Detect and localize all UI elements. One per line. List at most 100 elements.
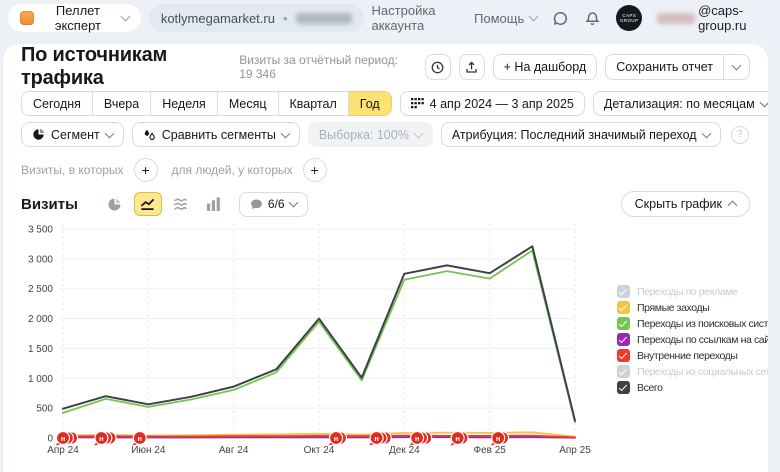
period-button-квартал[interactable]: Квартал [279, 91, 349, 116]
report-card: По источникам трафика Визиты за отчётный… [3, 44, 768, 472]
pie-chart-type-button[interactable] [101, 192, 129, 216]
svg-text:Июн 24: Июн 24 [131, 445, 166, 456]
user-avatar[interactable]: CAPSGROUP [616, 5, 642, 31]
compare-segments-dropdown[interactable]: Сравнить сегменты [132, 122, 300, 147]
save-report-menu-button[interactable] [723, 54, 750, 80]
legend-label: Всего [637, 382, 663, 394]
period-button-вчера[interactable]: Вчера [93, 91, 151, 116]
hide-chart-button[interactable]: Скрыть график [621, 191, 750, 217]
counter-selector[interactable]: kotlymegamarket.ru • [149, 4, 364, 32]
metric-label: Визиты [21, 196, 78, 213]
legend-label: Прямые заходы [637, 302, 709, 314]
project-name: Пеллет эксперт [41, 3, 115, 33]
attribution-dropdown[interactable]: Атрибуция: Последний значимый переход [441, 122, 721, 147]
stacked-lines-icon [173, 197, 188, 211]
redacted-username [657, 13, 695, 24]
date-range-button[interactable]: 4 апр 2024 — 3 апр 2025 [400, 91, 585, 116]
chevron-down-icon [529, 12, 539, 22]
comment-bubble-icon [250, 198, 263, 211]
legend-item[interactable]: Внутренние переходы [617, 349, 768, 362]
calendar-grid-icon [411, 98, 424, 109]
visits-period-note: Визиты за отчётный период: 19 346 [239, 53, 409, 81]
svg-text:0: 0 [47, 434, 53, 445]
legend-item[interactable]: Прямые заходы [617, 301, 768, 314]
conditions-row: Визиты, в которых + для людей, у которых… [21, 158, 750, 182]
legend-checkbox[interactable] [617, 365, 630, 378]
history-clock-button[interactable] [425, 54, 451, 80]
save-report-button[interactable]: Сохранить отчет [605, 54, 723, 80]
chevron-down-icon [280, 128, 290, 138]
project-selector[interactable]: Пеллет эксперт [8, 4, 141, 32]
help-icon[interactable]: ? [731, 126, 749, 144]
detalization-dropdown[interactable]: Детализация: по месяцам [593, 91, 768, 116]
line-chart-type-button[interactable] [134, 192, 162, 216]
save-report-split-button: Сохранить отчет [605, 54, 750, 80]
legend-checkbox[interactable] [617, 301, 630, 314]
chart-legend: Переходы по рекламе Прямые заходы Переходы… [617, 285, 768, 394]
svg-text:н: н [138, 434, 143, 443]
svg-text:3 000: 3 000 [28, 254, 53, 265]
chevron-down-icon [104, 128, 114, 138]
legend-checkbox[interactable] [617, 381, 630, 394]
svg-text:Апр 25: Апр 25 [559, 445, 591, 456]
chevron-down-icon [288, 198, 298, 208]
legend-label: Переходы из поисковых систем [637, 318, 768, 330]
help-menu[interactable]: Помощь [474, 11, 537, 26]
legend-checkbox[interactable] [617, 317, 630, 330]
period-filter-row: СегодняВчераНеделяМесяцКварталГод 4 апр … [21, 91, 750, 116]
svg-text:н: н [496, 434, 501, 443]
period-button-сегодня[interactable]: Сегодня [21, 91, 93, 116]
segment-filter-row: Сегмент Сравнить сегменты Выборка: 100% … [21, 122, 750, 147]
svg-text:Апр 24: Апр 24 [47, 445, 79, 456]
legend-checkbox[interactable] [617, 333, 630, 346]
chevron-up-icon [728, 201, 738, 211]
notifications-bell-icon[interactable] [584, 10, 601, 27]
clock-icon [430, 60, 445, 75]
legend-item[interactable]: Переходы по ссылкам на сайтах [617, 333, 768, 346]
svg-text:н: н [61, 434, 66, 443]
stacked-chart-type-button[interactable] [167, 192, 195, 216]
legend-label: Переходы по ссылкам на сайтах [637, 334, 768, 346]
legend-item[interactable]: Переходы из поисковых систем [617, 317, 768, 330]
svg-text:2 000: 2 000 [28, 314, 53, 325]
chat-icon[interactable] [552, 10, 569, 27]
add-to-dashboard-button[interactable]: + На дашборд [493, 54, 598, 80]
sampling-dropdown[interactable]: Выборка: 100% [308, 122, 433, 147]
svg-text:Авг 24: Авг 24 [219, 445, 249, 456]
legend-checkbox[interactable] [617, 349, 630, 362]
period-button-год[interactable]: Год [349, 91, 392, 116]
period-segmented-control: СегодняВчераНеделяМесяцКварталГод [21, 91, 392, 116]
compare-drops-icon [143, 128, 156, 141]
legend-item[interactable]: Всего [617, 381, 768, 394]
period-button-месяц[interactable]: Месяц [218, 91, 279, 116]
annotations-button[interactable]: 6/6 [239, 192, 308, 217]
account-settings-link[interactable]: Настройка аккаунта [372, 3, 460, 33]
segment-dropdown[interactable]: Сегмент [21, 122, 124, 147]
chevron-down-icon [701, 128, 711, 138]
svg-text:1 500: 1 500 [28, 344, 53, 355]
topbar-right: Настройка аккаунта Помощь CAPSGROUP @cap… [372, 3, 766, 33]
column-chart-type-button[interactable] [200, 192, 228, 216]
chart-toolbar: Визиты [21, 191, 750, 217]
svg-text:Окт 24: Окт 24 [304, 445, 335, 456]
title-row: По источникам трафика Визиты за отчётный… [21, 50, 750, 84]
chevron-down-icon [759, 97, 768, 107]
legend-item[interactable]: Переходы из социальных сетей [617, 365, 768, 378]
legend-item[interactable]: Переходы по рекламе [617, 285, 768, 298]
add-visit-condition-button[interactable]: + [134, 158, 158, 182]
svg-text:н: н [415, 434, 420, 443]
svg-text:н: н [334, 434, 339, 443]
chevron-down-icon [120, 12, 130, 22]
legend-checkbox[interactable] [617, 285, 630, 298]
chevron-down-icon [413, 128, 423, 138]
svg-text:2 500: 2 500 [28, 284, 53, 295]
metrika-app: Пеллет эксперт kotlymegamarket.ru • Наст… [0, 0, 780, 472]
period-button-неделя[interactable]: Неделя [151, 91, 218, 116]
add-people-condition-button[interactable]: + [303, 158, 327, 182]
svg-text:н: н [374, 434, 379, 443]
visits-chart[interactable]: 05001 0001 5002 0002 5003 0003 500Апр 24… [21, 219, 601, 471]
chevron-down-icon [732, 61, 742, 71]
user-email-domain: @caps-group.ru [698, 3, 766, 33]
legend-label: Внутренние переходы [637, 350, 738, 362]
export-button[interactable] [459, 54, 485, 80]
